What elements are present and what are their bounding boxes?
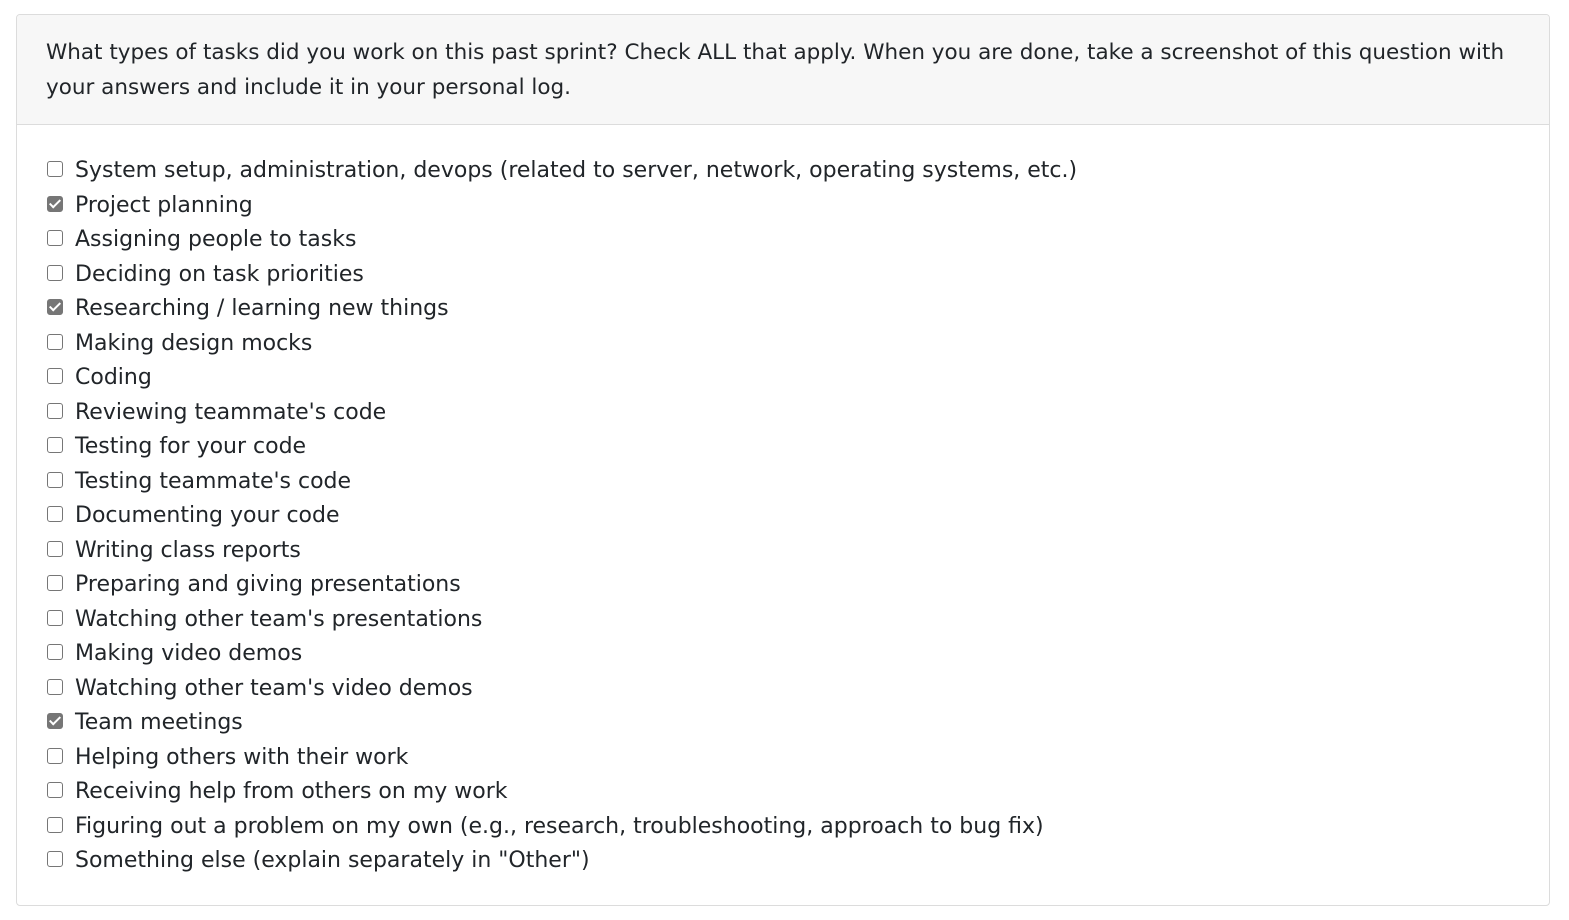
option-label: Making video demos	[75, 641, 303, 666]
checkbox-checked[interactable]	[47, 299, 63, 316]
option-item[interactable]: Something else (explain separately in "O…	[46, 844, 1077, 879]
checkbox-unchecked[interactable]	[47, 851, 63, 868]
option-item[interactable]: Writing class reports	[46, 534, 1077, 569]
option-item[interactable]: Testing teammate's code	[46, 465, 1077, 500]
checkbox-unchecked[interactable]	[47, 782, 63, 799]
option-item[interactable]: Figuring out a problem on my own (e.g., …	[46, 810, 1077, 845]
option-label: Deciding on task priorities	[75, 261, 364, 287]
checkbox-unchecked[interactable]	[47, 506, 63, 523]
checkbox-checked[interactable]	[47, 713, 63, 730]
option-label: Testing teammate's code	[75, 468, 352, 494]
checkbox-unchecked[interactable]	[47, 747, 63, 764]
option-item[interactable]: Preparing and giving presentations	[46, 568, 1077, 603]
checkbox-unchecked[interactable]	[47, 264, 63, 281]
option-label: Reviewing teammate's code	[75, 399, 387, 425]
option-item[interactable]: Team meetings	[46, 706, 1077, 741]
option-label: Watching other team's presentations	[75, 606, 483, 632]
checkbox-unchecked[interactable]	[47, 644, 63, 661]
option-item[interactable]: Receiving help from others on my work	[46, 775, 1077, 810]
option-label: Researching / learning new things	[75, 296, 449, 321]
options-list: System setup, administration, devops (re…	[46, 154, 1077, 879]
question-prompt: What types of tasks did you work on this…	[17, 15, 1549, 125]
checkbox-unchecked[interactable]	[47, 609, 63, 626]
checkbox-unchecked[interactable]	[47, 816, 63, 833]
option-label: Writing class reports	[75, 537, 301, 563]
checkbox-unchecked[interactable]	[47, 161, 63, 178]
checkbox-checked[interactable]	[47, 195, 63, 212]
option-label: Team meetings	[75, 710, 243, 735]
option-label: Documenting your code	[75, 503, 340, 528]
option-label: Preparing and giving presentations	[75, 572, 461, 597]
option-label: Coding	[75, 365, 152, 390]
checkbox-unchecked[interactable]	[47, 437, 63, 454]
option-item[interactable]: Assigning people to tasks	[46, 223, 1077, 258]
checkbox-unchecked[interactable]	[47, 471, 63, 488]
option-item[interactable]: Deciding on task priorities	[46, 258, 1077, 293]
option-item[interactable]: Watching other team's presentations	[46, 603, 1077, 638]
option-item[interactable]: Making design mocks	[46, 327, 1077, 362]
option-label: Testing for your code	[75, 434, 307, 459]
option-item[interactable]: Testing for your code	[46, 430, 1077, 465]
option-label: Helping others with their work	[75, 744, 409, 770]
option-item[interactable]: Documenting your code	[46, 499, 1077, 534]
checkbox-unchecked[interactable]	[47, 678, 63, 695]
option-item[interactable]: Watching other team's video demos	[46, 672, 1077, 707]
question-card: What types of tasks did you work on this…	[16, 14, 1550, 906]
option-label: Making design mocks	[75, 330, 313, 356]
checkbox-unchecked[interactable]	[47, 402, 63, 419]
option-label: Something else (explain separately in "O…	[75, 848, 590, 873]
option-label: Project planning	[75, 192, 253, 218]
checkbox-unchecked[interactable]	[47, 368, 63, 385]
option-item[interactable]: Making video demos	[46, 637, 1077, 672]
option-item[interactable]: Project planning	[46, 189, 1077, 224]
checkbox-unchecked[interactable]	[47, 575, 63, 592]
option-label: Assigning people to tasks	[75, 227, 357, 252]
option-label: Figuring out a problem on my own (e.g., …	[75, 813, 1044, 839]
option-item[interactable]: System setup, administration, devops (re…	[46, 154, 1077, 189]
option-label: Watching other team's video demos	[75, 675, 473, 701]
checkbox-unchecked[interactable]	[47, 333, 63, 350]
option-label: Receiving help from others on my work	[75, 779, 508, 804]
checkbox-unchecked[interactable]	[47, 230, 63, 247]
checkbox-unchecked[interactable]	[47, 540, 63, 557]
option-item[interactable]: Reviewing teammate's code	[46, 396, 1077, 431]
option-item[interactable]: Coding	[46, 361, 1077, 396]
option-item[interactable]: Researching / learning new things	[46, 292, 1077, 327]
option-label: System setup, administration, devops (re…	[75, 158, 1078, 183]
option-item[interactable]: Helping others with their work	[46, 741, 1077, 776]
